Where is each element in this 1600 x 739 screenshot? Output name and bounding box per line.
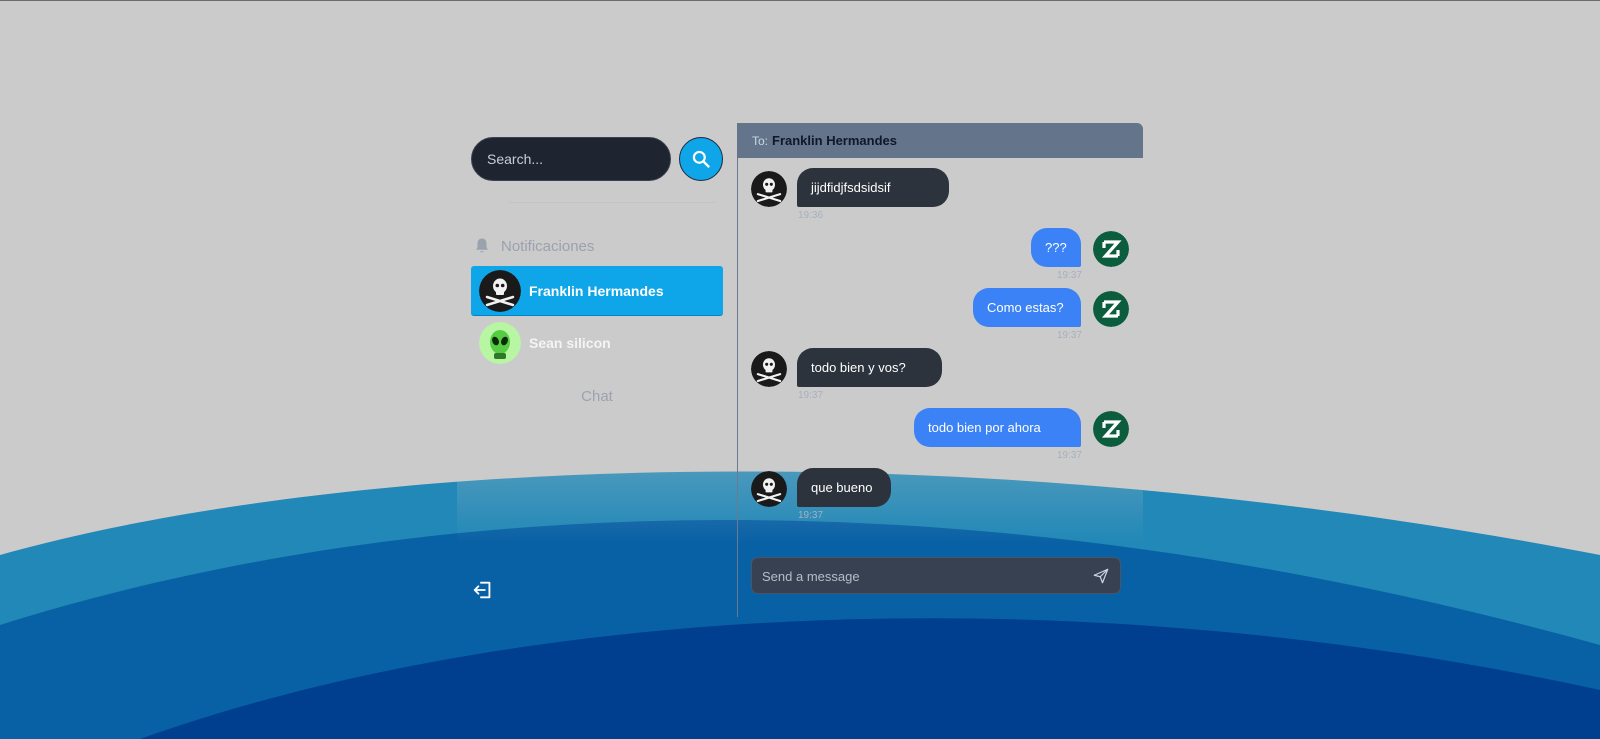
avatar xyxy=(479,269,521,312)
search-icon xyxy=(692,150,710,168)
sidebar-divider xyxy=(509,202,717,203)
message-bubble: ??? xyxy=(1031,228,1081,267)
notifications-label: Notificaciones xyxy=(501,237,595,255)
message-bubble: todo bien por ahora xyxy=(914,408,1081,447)
incoming-message: jijdfidjfsdsidsif 19:36 xyxy=(737,168,1143,222)
outgoing-message: ??? 19:37 xyxy=(737,228,1143,282)
message-bubble: todo bien y vos? xyxy=(797,348,942,387)
z-logo-avatar-icon xyxy=(1093,231,1129,267)
chat-panel: To: Franklin Hermandes jijdfidjfsdsidsif… xyxy=(737,123,1143,617)
contact-item-franklin[interactable]: Franklin Hermandes xyxy=(471,266,723,316)
contact-name: Franklin Hermandes xyxy=(529,282,664,299)
recipient-name: Franklin Hermandes xyxy=(772,133,898,148)
message-bubble: jijdfidjfsdsidsif xyxy=(797,168,949,207)
to-label: To: xyxy=(752,133,769,148)
logout-icon[interactable] xyxy=(472,579,494,601)
sidebar: Notificaciones Franklin Hermandes xyxy=(457,123,737,617)
message-input[interactable] xyxy=(752,558,1084,595)
jolly-roger-avatar-icon xyxy=(751,471,787,507)
chat-header: To: Franklin Hermandes xyxy=(737,123,1143,158)
message-composer xyxy=(751,557,1121,595)
message-time: 19:37 xyxy=(798,510,824,521)
incoming-message: todo bien y vos? 19:37 xyxy=(737,348,1143,402)
bell-icon xyxy=(476,238,488,253)
message-time: 19:37 xyxy=(798,390,824,401)
incoming-message: que bueno 19:37 xyxy=(737,468,1143,522)
outgoing-message: todo bien por ahora 19:37 xyxy=(737,408,1143,462)
contact-name: Sean silicon xyxy=(529,335,611,351)
message-bubble: Como estas? xyxy=(973,288,1081,327)
notifications-link[interactable]: Notificaciones xyxy=(473,233,594,259)
chat-section-label: Chat xyxy=(581,388,613,405)
z-logo-avatar-icon xyxy=(1093,411,1129,447)
message-time: 19:37 xyxy=(1057,270,1083,281)
avatar xyxy=(479,322,521,364)
outgoing-message: Como estas? 19:37 xyxy=(737,288,1143,342)
send-icon[interactable] xyxy=(1092,567,1110,585)
jolly-roger-icon xyxy=(479,269,521,312)
message-time: 19:37 xyxy=(1057,450,1083,461)
chat-app: Notificaciones Franklin Hermandes xyxy=(457,123,1143,617)
sidebar-background xyxy=(457,123,737,617)
search-input[interactable] xyxy=(471,137,671,181)
z-logo-avatar-icon xyxy=(1093,291,1129,327)
message-bubble: que bueno xyxy=(797,468,891,507)
alien-icon xyxy=(479,322,521,364)
jolly-roger-avatar-icon xyxy=(751,351,787,387)
message-time: 19:37 xyxy=(1057,330,1083,341)
contact-item-sean[interactable]: Sean silicon xyxy=(471,318,723,368)
search-button[interactable] xyxy=(679,137,723,181)
message-time: 19:36 xyxy=(798,210,824,221)
jolly-roger-avatar-icon xyxy=(751,171,787,207)
